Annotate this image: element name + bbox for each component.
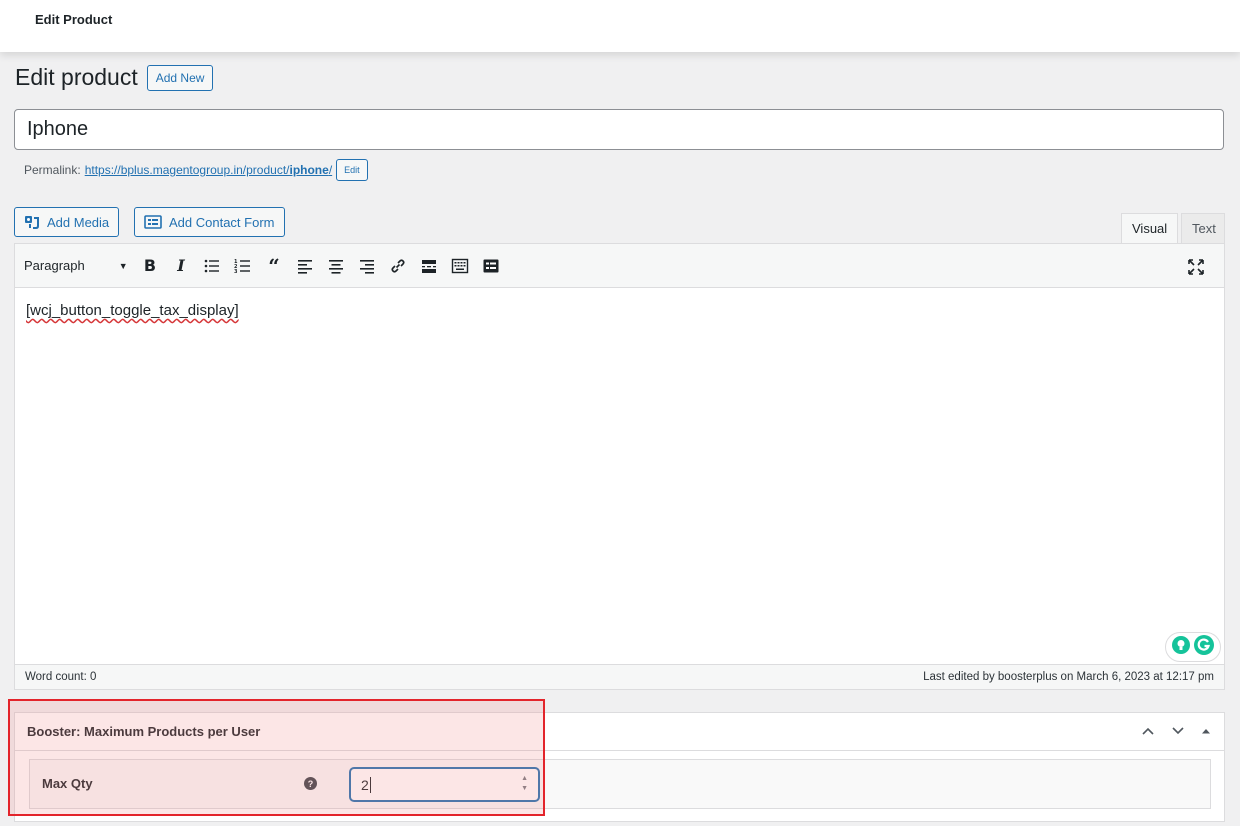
- top-bar: Edit Product: [0, 0, 1240, 52]
- editor-content-area[interactable]: [wcj_button_toggle_tax_display]: [15, 288, 1224, 664]
- permalink-url-prefix: https://bplus.magentogroup.in/product/: [84, 163, 290, 177]
- last-edited-info: Last edited by boosterplus on March 6, 2…: [923, 671, 1214, 683]
- max-qty-row: Max Qty ? 2 ▲ ▼: [29, 759, 1211, 809]
- italic-icon[interactable]: I: [170, 255, 192, 277]
- align-left-icon[interactable]: [294, 255, 316, 277]
- add-new-button[interactable]: Add New: [146, 64, 214, 91]
- spin-down-icon[interactable]: ▼: [521, 784, 528, 794]
- bulleted-list-icon[interactable]: [201, 255, 223, 277]
- format-select[interactable]: Paragraph ▼: [24, 258, 139, 273]
- contact-form-icon: [144, 215, 162, 229]
- grammarly-widget[interactable]: [1165, 632, 1221, 662]
- page-title: Edit product: [15, 64, 138, 90]
- link-icon[interactable]: [387, 255, 409, 277]
- read-more-icon[interactable]: [418, 255, 440, 277]
- align-right-icon[interactable]: [356, 255, 378, 277]
- metabox-header[interactable]: Booster: Maximum Products per User: [15, 713, 1224, 751]
- add-contact-form-label: Add Contact Form: [169, 214, 275, 230]
- svg-text:3: 3: [234, 269, 238, 275]
- numbered-list-icon[interactable]: 123: [232, 255, 254, 277]
- form-icon[interactable]: [480, 255, 502, 277]
- format-select-value: Paragraph: [24, 258, 85, 273]
- spin-up-icon[interactable]: ▲: [521, 774, 528, 784]
- permalink-link[interactable]: https://bplus.magentogroup.in/product/ip…: [85, 163, 332, 177]
- chevron-down-icon: ▼: [118, 260, 128, 271]
- move-up-icon[interactable]: [1140, 723, 1156, 742]
- blockquote-icon[interactable]: “: [263, 254, 285, 278]
- align-center-icon[interactable]: [325, 255, 347, 277]
- content-editor: Paragraph ▼ B I 123 “ [wcj_button_toggle…: [14, 243, 1225, 690]
- collapse-toggle-icon[interactable]: [1200, 725, 1212, 740]
- page-heading: Edit product Add New: [15, 64, 214, 91]
- max-qty-label: Max Qty: [42, 776, 93, 791]
- number-spinner[interactable]: ▲ ▼: [521, 774, 528, 794]
- tab-text[interactable]: Text: [1181, 213, 1225, 243]
- editor-toolbar: Paragraph ▼ B I 123 “: [15, 244, 1224, 288]
- toolbar-toggle-icon[interactable]: [449, 255, 471, 277]
- booster-max-products-metabox: Booster: Maximum Products per User Max Q…: [14, 712, 1225, 822]
- tab-visual[interactable]: Visual: [1121, 213, 1179, 243]
- metabox-title: Booster: Maximum Products per User: [27, 724, 261, 739]
- word-count: Word count: 0: [25, 671, 97, 683]
- fullscreen-icon[interactable]: [1185, 256, 1207, 278]
- lightbulb-icon[interactable]: [1171, 635, 1191, 659]
- bold-icon[interactable]: B: [139, 255, 161, 277]
- max-qty-input[interactable]: 2 ▲ ▼: [350, 768, 539, 801]
- editor-content-text: [wcj_button_toggle_tax_display]: [26, 302, 239, 319]
- editor-status-bar: Word count: 0 Last edited by boosterplus…: [15, 664, 1224, 689]
- help-icon[interactable]: ?: [304, 777, 317, 790]
- grammarly-icon[interactable]: [1193, 634, 1215, 660]
- text-cursor: [369, 776, 371, 793]
- max-qty-value: 2: [361, 776, 369, 793]
- product-title-input[interactable]: Iphone: [14, 109, 1224, 150]
- permalink-slug: iphone: [289, 163, 329, 177]
- add-contact-form-button[interactable]: Add Contact Form: [134, 207, 285, 237]
- media-icon: [24, 214, 40, 230]
- top-bar-title: Edit Product: [35, 12, 113, 27]
- permalink-url-suffix: /: [328, 163, 333, 177]
- add-media-label: Add Media: [47, 214, 110, 230]
- permalink-edit-button[interactable]: Edit: [336, 159, 368, 181]
- permalink-label: Permalink:: [24, 163, 81, 177]
- permalink-row: Permalink: https://bplus.magentogroup.in…: [24, 159, 368, 181]
- metabox-controls: [1140, 723, 1212, 742]
- add-media-button[interactable]: Add Media: [14, 207, 120, 237]
- move-down-icon[interactable]: [1170, 723, 1186, 742]
